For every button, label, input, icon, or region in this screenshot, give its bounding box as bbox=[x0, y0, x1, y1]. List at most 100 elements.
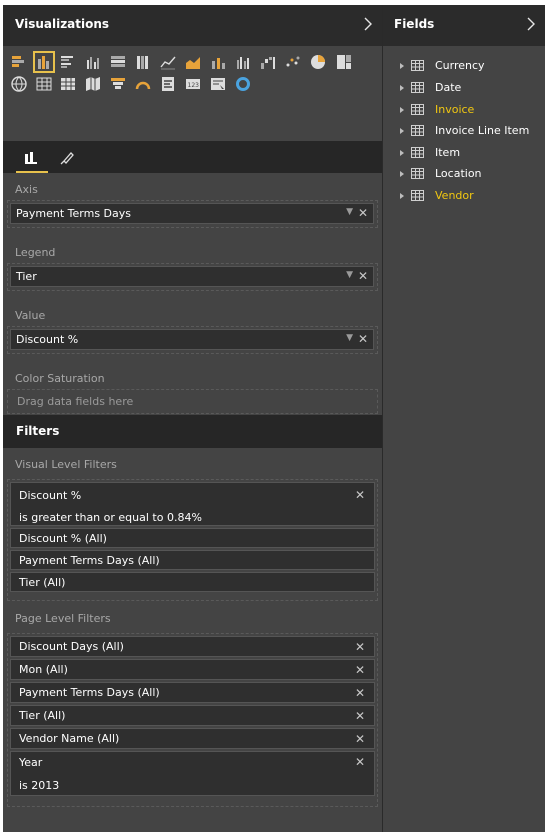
field-table-name: Date bbox=[435, 81, 462, 94]
page-level-filters-label: Page Level Filters bbox=[15, 612, 111, 625]
chevron-down-icon[interactable]: ▼ bbox=[346, 333, 353, 343]
field-table-currency[interactable]: Currency bbox=[383, 59, 545, 79]
close-icon[interactable]: ✕ bbox=[355, 488, 365, 502]
waterfall-chart-icon[interactable] bbox=[260, 54, 276, 70]
table-icon[interactable] bbox=[36, 76, 52, 92]
filter-name: Payment Terms Days (All) bbox=[19, 686, 160, 699]
legend-well[interactable]: Tier ▼ ✕ bbox=[7, 263, 378, 291]
expand-arrow-icon[interactable] bbox=[400, 150, 404, 156]
filter-card[interactable]: Tier (All) bbox=[10, 572, 375, 592]
field-table-location[interactable]: Location bbox=[383, 167, 545, 187]
visualizations-title: Visualizations bbox=[15, 17, 110, 31]
100-stacked-column-chart-icon[interactable] bbox=[135, 54, 151, 70]
legend-field[interactable]: Tier ▼ ✕ bbox=[10, 266, 374, 287]
expand-arrow-icon[interactable] bbox=[400, 107, 404, 113]
field-table-name: Location bbox=[435, 167, 482, 180]
treemap-icon[interactable] bbox=[336, 54, 352, 70]
table-icon bbox=[411, 147, 424, 158]
stacked-bar-chart-icon[interactable] bbox=[11, 54, 27, 70]
close-icon[interactable]: ✕ bbox=[358, 269, 368, 283]
visualizations-pane: Visualizations 123 Axis Payment Terms Da… bbox=[3, 5, 382, 832]
filter-name: Tier (All) bbox=[19, 709, 66, 722]
chevron-down-icon[interactable]: ▼ bbox=[346, 270, 353, 280]
stacked-column-chart-icon[interactable] bbox=[33, 51, 55, 73]
close-icon[interactable]: ✕ bbox=[355, 663, 365, 677]
close-icon[interactable]: ✕ bbox=[355, 686, 365, 700]
close-icon[interactable]: ✕ bbox=[355, 640, 365, 654]
field-table-name: Invoice Line Item bbox=[435, 124, 530, 137]
field-table-invoice[interactable]: Invoice bbox=[383, 103, 545, 123]
chevron-down-icon[interactable]: ▼ bbox=[346, 207, 353, 217]
close-icon[interactable]: ✕ bbox=[358, 206, 368, 220]
table-icon bbox=[411, 190, 424, 201]
table-icon bbox=[411, 82, 424, 93]
expand-arrow-icon[interactable] bbox=[400, 63, 404, 69]
fields-header: Fields bbox=[383, 5, 545, 46]
chevron-right-icon[interactable] bbox=[526, 16, 536, 36]
filter-condition: is 2013 bbox=[19, 779, 60, 792]
value-field[interactable]: Discount % ▼ ✕ bbox=[10, 329, 374, 350]
clustered-column-chart-icon[interactable] bbox=[85, 54, 101, 70]
filter-card[interactable]: Payment Terms Days (All) bbox=[10, 550, 375, 570]
filter-name: Year bbox=[19, 756, 43, 769]
table-icon bbox=[411, 60, 424, 71]
matrix-icon[interactable] bbox=[60, 76, 76, 92]
close-icon[interactable]: ✕ bbox=[355, 709, 365, 723]
field-wells: Axis Payment Terms Days ▼ ✕ Legend Tier … bbox=[3, 173, 382, 414]
line-and-stacked-column-icon[interactable] bbox=[210, 54, 226, 70]
axis-well[interactable]: Payment Terms Days ▼ ✕ bbox=[7, 200, 378, 228]
filter-card-expanded[interactable]: Year ✕ is 2013 bbox=[10, 751, 375, 796]
area-chart-icon[interactable] bbox=[185, 54, 201, 70]
slicer-icon[interactable] bbox=[210, 76, 226, 92]
clustered-bar-chart-icon[interactable] bbox=[60, 54, 76, 70]
field-table-name: Currency bbox=[435, 59, 485, 72]
fields-tab-icon[interactable] bbox=[16, 147, 48, 173]
field-table-date[interactable]: Date bbox=[383, 81, 545, 101]
filter-name: Payment Terms Days (All) bbox=[19, 554, 160, 567]
100-stacked-bar-chart-icon[interactable] bbox=[110, 54, 126, 70]
filter-card[interactable]: Discount % (All) bbox=[10, 528, 375, 548]
pie-chart-icon[interactable] bbox=[310, 54, 326, 70]
multi-row-card-icon[interactable] bbox=[160, 76, 176, 92]
table-icon bbox=[411, 125, 424, 136]
filter-card[interactable]: Mon (All) ✕ bbox=[10, 659, 375, 680]
filter-card[interactable]: Discount Days (All) ✕ bbox=[10, 636, 375, 657]
color-saturation-well[interactable]: Drag data fields here bbox=[7, 389, 378, 414]
donut-chart-icon[interactable] bbox=[235, 76, 251, 92]
expand-arrow-icon[interactable] bbox=[400, 128, 404, 134]
gauge-icon[interactable] bbox=[135, 76, 151, 92]
expand-arrow-icon[interactable] bbox=[400, 193, 404, 199]
filter-card[interactable]: Tier (All) ✕ bbox=[10, 705, 375, 726]
chevron-right-icon[interactable] bbox=[363, 16, 373, 36]
scatter-chart-icon[interactable] bbox=[285, 54, 301, 70]
field-table-name: Vendor bbox=[435, 189, 474, 202]
format-paintbrush-icon[interactable] bbox=[54, 147, 84, 173]
filter-card-expanded[interactable]: Discount % ✕ is greater than or equal to… bbox=[10, 482, 375, 526]
map-icon[interactable] bbox=[11, 76, 27, 92]
drop-placeholder: Drag data fields here bbox=[17, 395, 134, 408]
filter-card[interactable]: Payment Terms Days (All) ✕ bbox=[10, 682, 375, 703]
legend-label: Legend bbox=[15, 246, 56, 259]
table-icon bbox=[411, 168, 424, 179]
filter-card[interactable]: Vendor Name (All) ✕ bbox=[10, 728, 375, 749]
filter-name: Tier (All) bbox=[19, 576, 66, 589]
line-and-clustered-column-icon[interactable] bbox=[235, 54, 251, 70]
filter-name: Discount % bbox=[19, 489, 82, 502]
visual-level-filters-label: Visual Level Filters bbox=[15, 458, 117, 471]
close-icon[interactable]: ✕ bbox=[355, 732, 365, 746]
field-table-invoice-line-item[interactable]: Invoice Line Item bbox=[383, 124, 545, 144]
field-table-vendor[interactable]: Vendor bbox=[383, 189, 545, 209]
axis-field[interactable]: Payment Terms Days ▼ ✕ bbox=[10, 203, 374, 224]
funnel-icon[interactable] bbox=[110, 76, 126, 92]
well-tabs bbox=[3, 141, 382, 173]
filled-map-icon[interactable] bbox=[85, 76, 101, 92]
field-table-item[interactable]: Item bbox=[383, 146, 545, 166]
card-icon[interactable]: 123 bbox=[185, 76, 201, 92]
line-chart-icon[interactable] bbox=[160, 54, 176, 70]
close-icon[interactable]: ✕ bbox=[355, 755, 365, 769]
expand-arrow-icon[interactable] bbox=[400, 171, 404, 177]
close-icon[interactable]: ✕ bbox=[358, 332, 368, 346]
expand-arrow-icon[interactable] bbox=[400, 85, 404, 91]
filters-header: Filters bbox=[3, 415, 382, 448]
value-well[interactable]: Discount % ▼ ✕ bbox=[7, 326, 378, 354]
